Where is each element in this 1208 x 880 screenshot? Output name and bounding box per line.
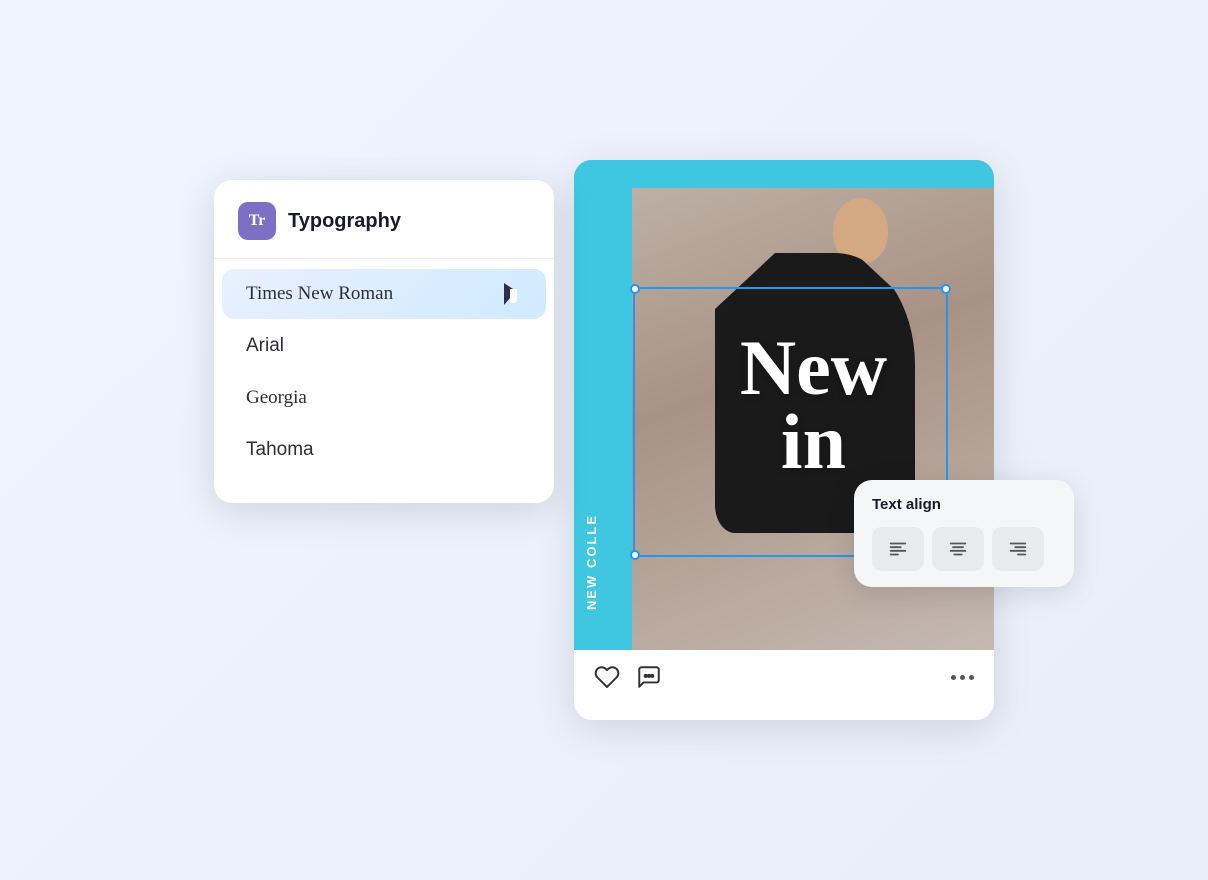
cursor-shape [504,283,516,305]
text-align-panel: Text align [854,480,1074,587]
cursor-notch [510,289,517,303]
typography-icon: Tr [238,202,276,240]
font-label-times: Times New Roman [246,283,393,304]
panel-header: Tr Typography [214,202,554,259]
font-list: Times New Roman Arial Georgia Tahoma [214,259,554,485]
font-item-arial[interactable]: Arial [222,321,546,371]
font-label-arial: Arial [246,335,284,356]
post-card: NEW COLLE New in [574,160,994,720]
side-label: NEW COLLE [584,514,599,610]
align-right-icon [1007,538,1029,560]
dot3 [969,675,974,680]
typography-panel: Tr Typography Times New Roman Arial Geor… [214,180,554,503]
cyan-top-bar [574,160,994,188]
align-center-icon [947,538,969,560]
scene: NEW COLLE New in [214,100,994,780]
font-label-georgia: Georgia [246,387,307,408]
post-actions [574,650,994,704]
comment-button[interactable] [636,664,662,690]
align-right-button[interactable] [992,527,1044,571]
align-center-button[interactable] [932,527,984,571]
cursor-indicator [504,283,526,305]
align-left-button[interactable] [872,527,924,571]
dot1 [951,675,956,680]
cyan-side-bar: NEW COLLE [574,160,632,650]
more-button[interactable] [951,675,974,680]
like-button[interactable] [594,664,620,690]
dot2 [960,675,965,680]
font-item-tahoma[interactable]: Tahoma [222,425,546,475]
align-left-icon [887,538,909,560]
font-item-georgia[interactable]: Georgia [222,373,546,423]
font-item-times[interactable]: Times New Roman [222,269,546,319]
align-buttons [872,527,1056,571]
font-label-tahoma: Tahoma [246,439,314,460]
panel-title: Typography [288,210,401,233]
align-panel-title: Text align [872,496,1056,513]
